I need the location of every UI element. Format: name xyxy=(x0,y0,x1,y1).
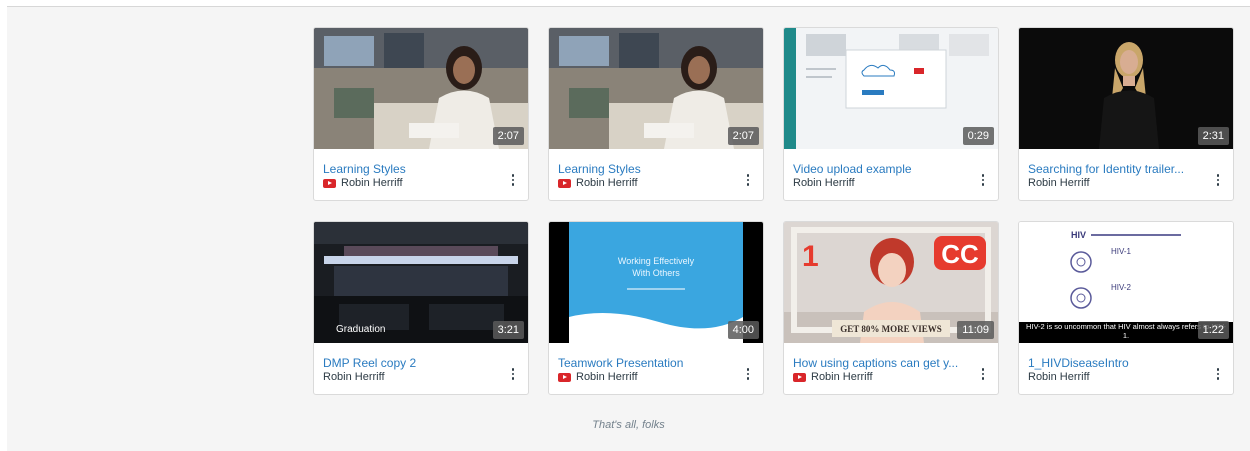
video-card[interactable]: 1 CC GET 80% MORE VIEWS 11:09 How using … xyxy=(783,221,999,395)
video-author: Robin Herriff xyxy=(558,177,733,190)
thumbnail-overlay-text: Graduation xyxy=(336,324,385,335)
video-title[interactable]: DMP Reel copy 2 xyxy=(323,356,498,370)
duration-badge: 2:31 xyxy=(1197,127,1229,145)
end-of-list-message: That's all, folks xyxy=(592,419,665,431)
thumbnail-overlay-text: GET 80% MORE VIEWS xyxy=(840,324,941,334)
youtube-icon xyxy=(558,373,571,382)
author-name: Robin Herriff xyxy=(576,371,638,383)
youtube-icon xyxy=(323,179,336,188)
video-title[interactable]: Learning Styles xyxy=(558,162,733,176)
thumbnail-cc-badge: CC xyxy=(941,239,979,269)
video-thumbnail[interactable]: 2:31 xyxy=(1019,28,1233,149)
video-thumbnail[interactable]: HIV HIV-1 HIV-2 HIV-2 is so uncommon tha… xyxy=(1019,222,1233,343)
board-title: HIV xyxy=(1071,230,1086,240)
author-name: Robin Herriff xyxy=(341,177,403,189)
more-options-icon[interactable] xyxy=(742,172,754,188)
video-thumbnail[interactable]: Graduation 3:21 xyxy=(314,222,528,343)
svg-text:With Others: With Others xyxy=(632,268,680,278)
more-options-icon[interactable] xyxy=(507,172,519,188)
thumbnail-number: 1 xyxy=(802,240,819,273)
video-title[interactable]: Searching for Identity trailer... xyxy=(1028,162,1203,176)
video-author: Robin Herriff xyxy=(558,371,733,384)
svg-text:Working Effectively: Working Effectively xyxy=(618,256,695,266)
duration-badge: 1:22 xyxy=(1197,321,1229,339)
more-options-icon[interactable] xyxy=(977,172,989,188)
video-card[interactable]: 2:07 Learning Styles Robin Herriff xyxy=(548,27,764,201)
video-title[interactable]: Learning Styles xyxy=(323,162,498,176)
video-card[interactable]: 2:07 Learning Styles Robin Herriff xyxy=(313,27,529,201)
author-name: Robin Herriff xyxy=(323,371,385,383)
video-title[interactable]: How using captions can get y... xyxy=(793,356,968,370)
video-author: Robin Herriff xyxy=(793,371,968,384)
author-name: Robin Herriff xyxy=(576,177,638,189)
more-options-icon[interactable] xyxy=(507,366,519,382)
video-thumbnail[interactable]: 0:29 xyxy=(784,28,998,149)
video-author: Robin Herriff xyxy=(1028,177,1203,190)
video-card[interactable]: 2:31 Searching for Identity trailer... R… xyxy=(1018,27,1234,201)
duration-badge: 11:09 xyxy=(957,321,994,339)
video-thumbnail[interactable]: Working Effectively With Others 4:00 xyxy=(549,222,763,343)
board-label-2: HIV-2 xyxy=(1111,283,1132,292)
video-card[interactable]: Graduation 3:21 DMP Reel copy 2 Robin He… xyxy=(313,221,529,395)
video-grid: 2:07 Learning Styles Robin Herriff 2:07 … xyxy=(313,27,1234,395)
video-author: Robin Herriff xyxy=(323,177,498,190)
video-card[interactable]: 0:29 Video upload example Robin Herriff xyxy=(783,27,999,201)
video-thumbnail[interactable]: 2:07 xyxy=(549,28,763,149)
duration-badge: 4:00 xyxy=(727,321,759,339)
duration-badge: 2:07 xyxy=(492,127,524,145)
video-card[interactable]: HIV HIV-1 HIV-2 HIV-2 is so uncommon tha… xyxy=(1018,221,1234,395)
video-author: Robin Herriff xyxy=(323,371,498,384)
author-name: Robin Herriff xyxy=(1028,177,1090,189)
video-thumbnail[interactable]: 2:07 xyxy=(314,28,528,149)
author-name: Robin Herriff xyxy=(811,371,873,383)
video-card[interactable]: Working Effectively With Others 4:00 Tea… xyxy=(548,221,764,395)
duration-badge: 2:07 xyxy=(727,127,759,145)
youtube-icon xyxy=(793,373,806,382)
video-thumbnail[interactable]: 1 CC GET 80% MORE VIEWS 11:09 xyxy=(784,222,998,343)
board-label-1: HIV-1 xyxy=(1111,247,1132,256)
video-title[interactable]: 1_HIVDiseaseIntro xyxy=(1028,356,1203,370)
more-options-icon[interactable] xyxy=(1212,172,1224,188)
more-options-icon[interactable] xyxy=(1212,366,1224,382)
duration-badge: 3:21 xyxy=(492,321,524,339)
author-name: Robin Herriff xyxy=(793,177,855,189)
video-title[interactable]: Teamwork Presentation xyxy=(558,356,733,370)
content-area: 2:07 Learning Styles Robin Herriff 2:07 … xyxy=(7,6,1250,451)
more-options-icon[interactable] xyxy=(742,366,754,382)
author-name: Robin Herriff xyxy=(1028,371,1090,383)
more-options-icon[interactable] xyxy=(977,366,989,382)
video-author: Robin Herriff xyxy=(793,177,968,190)
duration-badge: 0:29 xyxy=(962,127,994,145)
video-author: Robin Herriff xyxy=(1028,371,1203,384)
video-title[interactable]: Video upload example xyxy=(793,162,968,176)
youtube-icon xyxy=(558,179,571,188)
